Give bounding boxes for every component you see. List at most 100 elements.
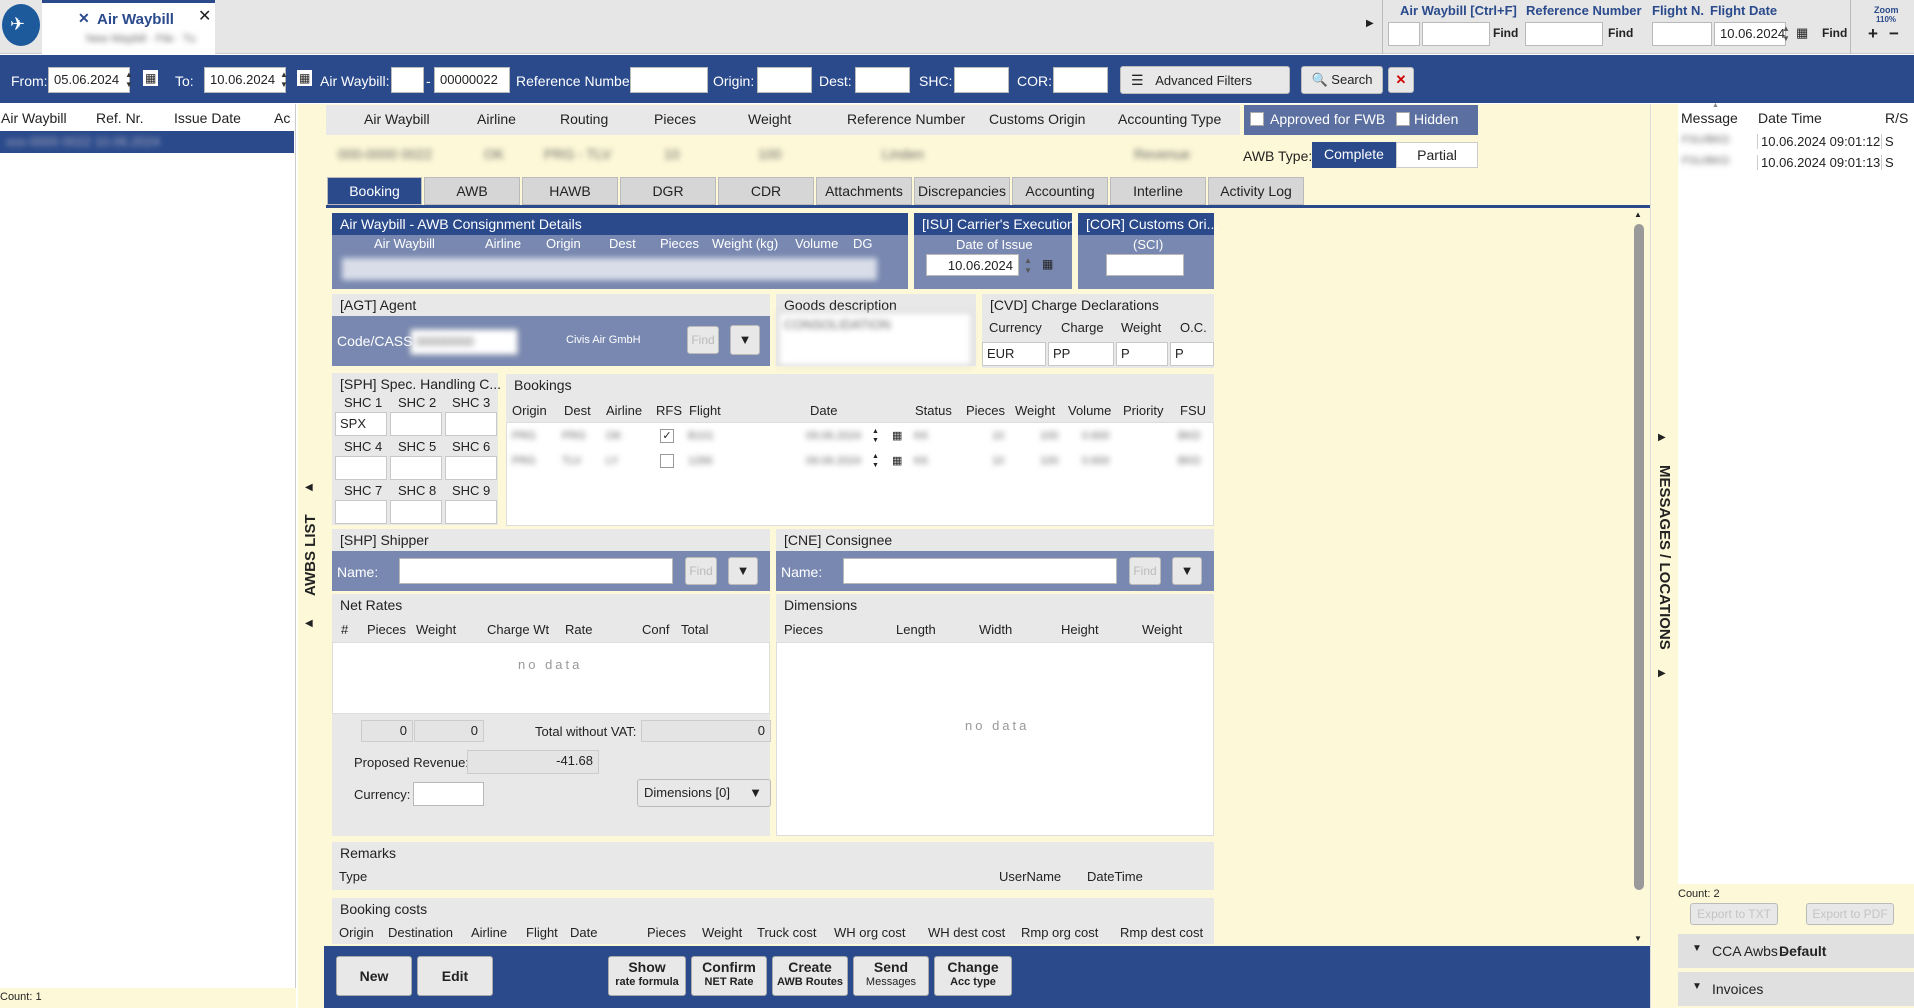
cvd-weight-input[interactable]: P [1116, 342, 1168, 366]
date-of-issue-input[interactable]: 10.06.2024 [926, 254, 1019, 276]
dimensions-dropdown[interactable]: Dimensions [0] ▼ [637, 779, 771, 807]
consignee-name-input[interactable] [843, 558, 1117, 584]
list-col-ac[interactable]: Ac [274, 110, 290, 126]
app-tab[interactable]: ✕ Air Waybill New Waybill · File · Tu ✕ [42, 0, 215, 54]
create-awb-routes-button[interactable]: Create AWB Routes [772, 956, 848, 996]
send-messages-button[interactable]: Send Messages [853, 956, 929, 996]
awb-prefix-filter[interactable] [391, 67, 424, 93]
list-row-selected[interactable]: xxx-0000 0022 10.06.2024 [0, 131, 294, 153]
tab-cdr[interactable]: CDR [718, 177, 814, 205]
awb-type-partial[interactable]: Partial [1396, 142, 1478, 168]
shc-9-input[interactable] [445, 500, 497, 524]
zoom-out-icon[interactable]: − [1889, 24, 1899, 44]
awb-type-complete[interactable]: Complete [1312, 142, 1396, 168]
ref-filter-input[interactable] [630, 67, 708, 93]
new-button[interactable]: New [336, 956, 412, 996]
invoices-panel[interactable]: ▼ Invoices [1678, 972, 1914, 1006]
search-button[interactable]: 🔍 Search [1301, 66, 1383, 94]
show-rate-formula-button[interactable]: Show rate formula [608, 956, 686, 996]
issue-calendar-icon[interactable]: ▦ [1042, 257, 1053, 271]
message-row[interactable]: FSU/BKD 10.06.2024 09:01:13 S [1680, 153, 1912, 173]
find-button-1[interactable]: Find [1493, 26, 1518, 40]
flight-date-spinner[interactable]: ▲ ▼ [1778, 24, 1794, 44]
confirm-net-rate-button[interactable]: Confirm NET Rate [691, 956, 767, 996]
cvd-currency-input[interactable]: EUR [982, 342, 1046, 366]
scroll-thumb[interactable] [1634, 224, 1644, 890]
close-tab-icon[interactable]: ✕ [198, 6, 211, 26]
list-col-awb[interactable]: Air Waybill [1, 110, 67, 126]
tab-awb[interactable]: AWB [424, 177, 520, 205]
agent-find-button[interactable]: Find [687, 326, 719, 354]
shc-filter-input[interactable] [954, 67, 1009, 93]
dest-filter-input[interactable] [855, 67, 910, 93]
approved-checkbox[interactable] [1250, 112, 1264, 126]
expand-right-icon[interactable]: ▶ [1658, 432, 1666, 443]
shc-2-input[interactable] [390, 412, 442, 436]
export-pdf-button[interactable]: Export to PDF [1806, 903, 1894, 925]
shc-8-input[interactable] [390, 500, 442, 524]
find-button-3[interactable]: Find [1822, 26, 1847, 40]
awb-prefix-input[interactable] [1388, 22, 1420, 46]
scroll-up-icon[interactable]: ▲ [1634, 210, 1642, 219]
msg-col-datetime[interactable]: Date Time [1758, 110, 1822, 126]
bk-date-spinner[interactable]: ▲ ▼ [872, 452, 879, 470]
shc-6-input[interactable] [445, 456, 497, 480]
from-calendar-icon[interactable]: ▦ [143, 70, 159, 86]
awb-number-input[interactable] [1422, 22, 1490, 46]
ref-find-input[interactable] [1525, 22, 1603, 46]
booking-row[interactable]: PRG PRG OK ✓ B101 09.06.2024 ▲ ▼ ▦ KK 10 … [508, 426, 1212, 448]
consignee-dropdown[interactable]: ▼ [1172, 557, 1202, 585]
shc-5-input[interactable] [390, 456, 442, 480]
find-button-2[interactable]: Find [1608, 26, 1633, 40]
cor-input[interactable] [1106, 254, 1184, 276]
tab-activity-log[interactable]: Activity Log [1208, 177, 1304, 205]
advanced-filters-button[interactable]: ☰ Advanced Filters [1120, 66, 1290, 94]
booking-row[interactable]: PRG TLV LY 1266 09.06.2024 ▲ ▼ ▦ KK 10 10… [508, 451, 1212, 473]
awb-number-filter[interactable]: 00000022 [434, 67, 510, 93]
main-scrollbar[interactable]: ▲ ▼ [1630, 210, 1648, 946]
tab-attachments[interactable]: Attachments [816, 177, 912, 205]
change-acc-type-button[interactable]: Change Acc type [934, 956, 1012, 996]
tab-discrepancies[interactable]: Discrepancies [914, 177, 1010, 205]
flight-number-input[interactable] [1652, 22, 1712, 46]
collapse-left-icon-2[interactable]: ◀ [305, 618, 313, 629]
rfs-checkbox[interactable] [660, 454, 674, 468]
currency-input[interactable] [413, 782, 484, 806]
tab-dgr[interactable]: DGR [620, 177, 716, 205]
issue-date-spinner[interactable]: ▲ ▼ [1020, 256, 1036, 276]
flight-date-input[interactable]: 10.06.2024 [1714, 22, 1786, 46]
shipper-dropdown[interactable]: ▼ [728, 557, 758, 585]
collapse-left-icon[interactable]: ◀ [305, 482, 313, 493]
shc-4-input[interactable] [335, 456, 387, 480]
rfs-checkbox-checked[interactable]: ✓ [660, 429, 674, 443]
cca-awbs-panel[interactable]: ▼ CCA Awbs - Default [1678, 934, 1914, 968]
consignee-find-button[interactable]: Find [1129, 557, 1161, 585]
tab-booking[interactable]: Booking [327, 177, 422, 205]
scroll-down-icon[interactable]: ▼ [1634, 934, 1642, 943]
edit-button[interactable]: Edit [417, 956, 493, 996]
msg-col-rs[interactable]: R/S [1885, 110, 1908, 126]
cvd-oc-input[interactable]: P [1170, 342, 1214, 366]
tab-accounting[interactable]: Accounting [1012, 177, 1108, 205]
tab-interline[interactable]: Interline [1110, 177, 1206, 205]
agent-dropdown[interactable]: ▼ [730, 325, 760, 355]
bk-calendar-icon[interactable]: ▦ [892, 454, 902, 467]
shc-3-input[interactable] [445, 412, 497, 436]
list-col-issue[interactable]: Issue Date [174, 110, 241, 126]
bk-date-spinner[interactable]: ▲ ▼ [872, 427, 879, 445]
cvd-charge-input[interactable]: PP [1048, 342, 1114, 366]
bk-calendar-icon[interactable]: ▦ [892, 429, 902, 442]
expand-right-icon-2[interactable]: ▶ [1658, 668, 1666, 679]
export-txt-button[interactable]: Export to TXT [1690, 903, 1778, 925]
from-spinner[interactable]: ▲ ▼ [121, 70, 137, 90]
top-arrow-icon[interactable]: ▶ [1366, 18, 1374, 29]
msg-col-message[interactable]: Message [1681, 110, 1738, 126]
from-date-input[interactable]: 05.06.2024 [48, 67, 130, 93]
cor-filter-input[interactable] [1053, 67, 1108, 93]
shipper-name-input[interactable] [399, 558, 673, 584]
goods-input[interactable]: CONSOLIDATION [778, 312, 972, 366]
message-row[interactable]: FSU/BKD 10.06.2024 09:01:12 S [1680, 132, 1912, 152]
calendar-icon[interactable]: ▦ [1796, 25, 1808, 41]
tab-hawb[interactable]: HAWB [522, 177, 618, 205]
to-date-input[interactable]: 10.06.2024 [204, 67, 286, 93]
